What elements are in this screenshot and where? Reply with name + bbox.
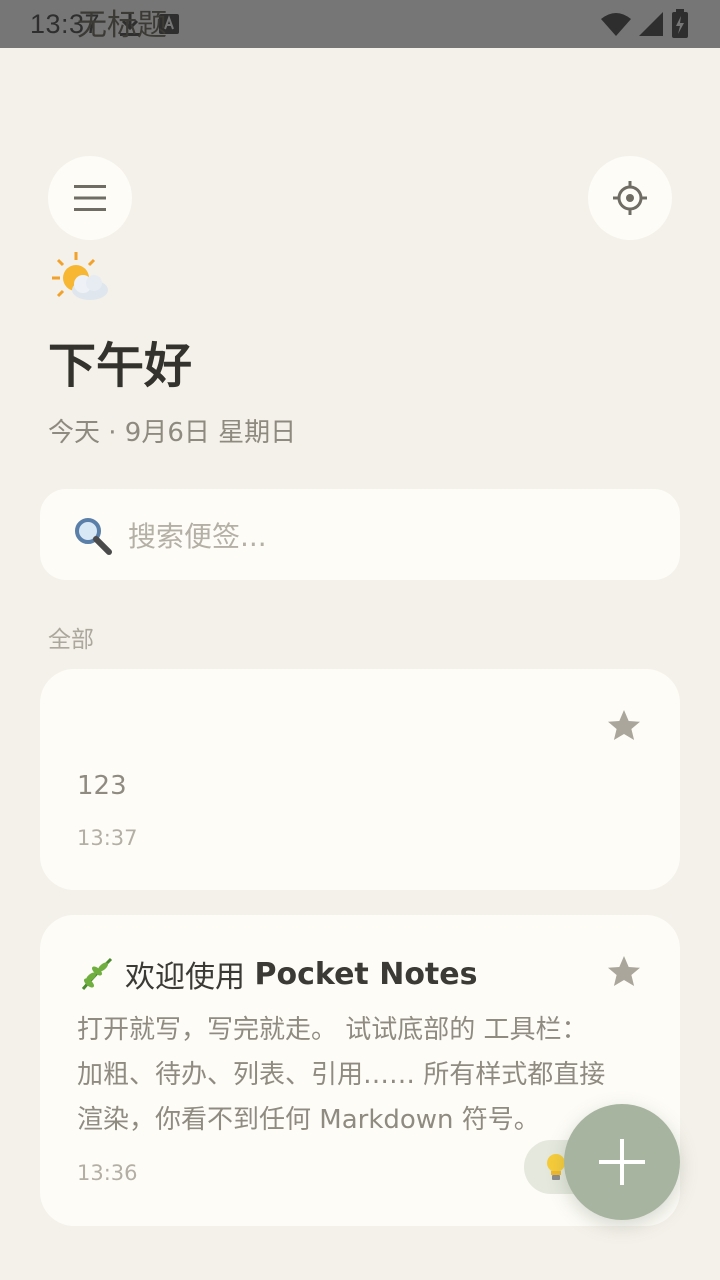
note-time: 13:37 bbox=[77, 826, 138, 850]
note-card[interactable] bbox=[40, 669, 680, 890]
note-body-line: 渲染，你看不到任何 Markdown 符号。 bbox=[77, 1105, 540, 1135]
note-body: 123 bbox=[77, 771, 127, 801]
date-subtitle: 今天 · 9月6日 星期日 bbox=[48, 418, 297, 448]
note-title: 欢迎使用 Pocket Notes bbox=[77, 952, 477, 996]
section-label: 全部 bbox=[48, 627, 94, 653]
search-placeholder: 搜索便签... bbox=[128, 519, 267, 553]
herb-icon bbox=[81, 957, 113, 990]
sun-outline-icon bbox=[613, 181, 647, 215]
magnifier-icon bbox=[75, 517, 112, 555]
theme-toggle-button[interactable] bbox=[588, 156, 672, 240]
signal-icon bbox=[639, 12, 663, 36]
hamburger-menu-icon bbox=[74, 185, 106, 211]
star-icon[interactable] bbox=[604, 706, 644, 746]
search-input[interactable]: 搜索便签... bbox=[40, 489, 680, 580]
note-time: 13:36 bbox=[77, 1161, 138, 1185]
note-body: 打开就写，写完就走。 试试底部的 工具栏： 加粗、待办、列表、引用…… 所有样式… bbox=[77, 1008, 605, 1143]
note-title-bold: Pocket Notes bbox=[254, 956, 478, 992]
note-title-prefix: 欢迎使用 bbox=[125, 960, 255, 995]
note-title: 无标题 bbox=[77, 8, 167, 43]
note-body-line: 打开就写，写完就走。 试试底部的 工具栏： bbox=[77, 1015, 588, 1045]
star-icon[interactable] bbox=[604, 952, 644, 992]
note-body-line: 加粗、待办、列表、引用…… 所有样式都直接 bbox=[77, 1060, 606, 1090]
wifi-icon bbox=[601, 13, 631, 36]
sun-behind-cloud-icon bbox=[52, 252, 108, 300]
greeting-title: 下午好 bbox=[48, 338, 193, 394]
add-note-button[interactable] bbox=[564, 1104, 680, 1220]
menu-button[interactable] bbox=[48, 156, 132, 240]
plus-icon bbox=[599, 1139, 645, 1185]
battery-charging-icon bbox=[672, 9, 688, 38]
